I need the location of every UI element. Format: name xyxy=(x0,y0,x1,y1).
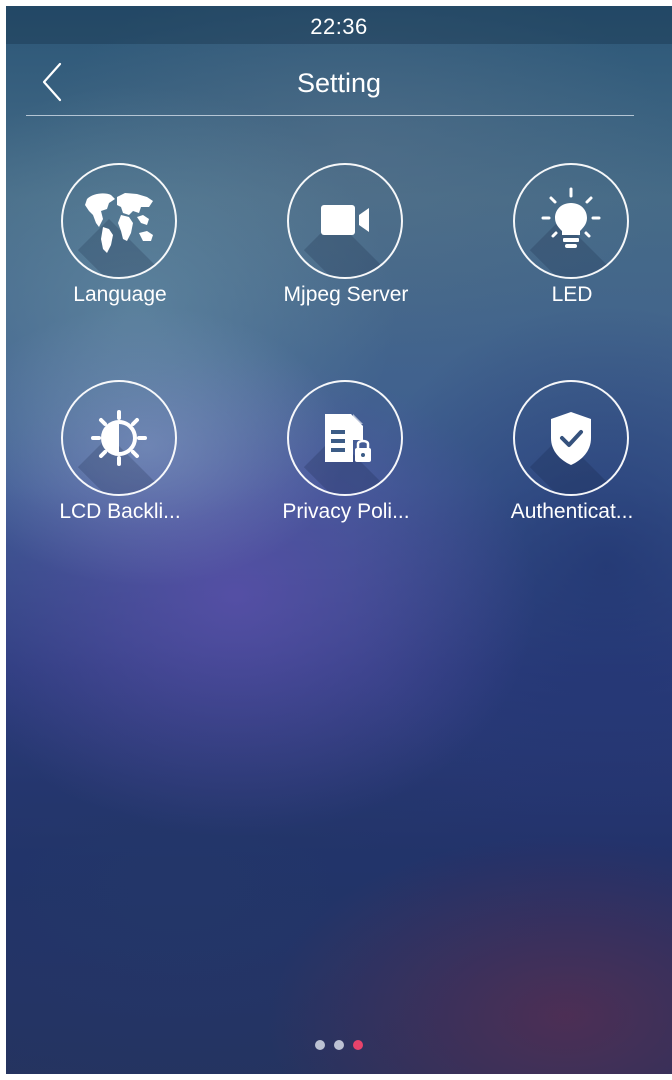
tile-lcd-backlight[interactable]: LCD Backli... xyxy=(20,380,220,530)
tile-icon-circle xyxy=(287,163,403,279)
shield-check-icon xyxy=(551,412,591,465)
brightness-icon xyxy=(91,410,147,466)
header-divider xyxy=(26,115,634,116)
header-bar: Setting xyxy=(6,44,672,122)
tile-led[interactable]: LED xyxy=(472,163,672,313)
document-lock-icon xyxy=(325,414,371,462)
video-camera-icon xyxy=(321,205,369,235)
tile-language[interactable]: Language xyxy=(20,163,220,313)
page-dot[interactable] xyxy=(315,1040,325,1050)
tile-mjpeg-server[interactable]: Mjpeg Server xyxy=(246,163,446,313)
page-dot-active[interactable] xyxy=(353,1040,363,1050)
tile-label: Privacy Poli... xyxy=(282,500,410,523)
tile-label: LED xyxy=(551,283,593,306)
world-map-icon xyxy=(85,193,153,253)
tile-label: Authenticat... xyxy=(510,500,634,523)
settings-screen: 22:36 Setting Language Mjpeg Server LED … xyxy=(6,6,672,1074)
light-bulb-icon xyxy=(541,187,601,248)
tile-privacy-policy[interactable]: Privacy Poli... xyxy=(246,380,446,530)
tile-icon-circle xyxy=(513,380,629,496)
tile-icon-circle xyxy=(287,380,403,496)
tile-icon-circle xyxy=(61,380,177,496)
tile-label: Language xyxy=(73,283,167,306)
tile-authentication[interactable]: Authenticat... xyxy=(472,380,672,530)
page-title: Setting xyxy=(296,68,382,98)
page-indicator xyxy=(6,1040,672,1052)
tile-label: Mjpeg Server xyxy=(283,283,409,306)
status-clock: 22:36 xyxy=(310,14,368,39)
tile-icon-circle xyxy=(61,163,177,279)
tile-icon-circle xyxy=(513,163,629,279)
page-dot[interactable] xyxy=(334,1040,344,1050)
tile-label: LCD Backli... xyxy=(59,500,181,523)
status-bar: 22:36 xyxy=(6,6,672,44)
